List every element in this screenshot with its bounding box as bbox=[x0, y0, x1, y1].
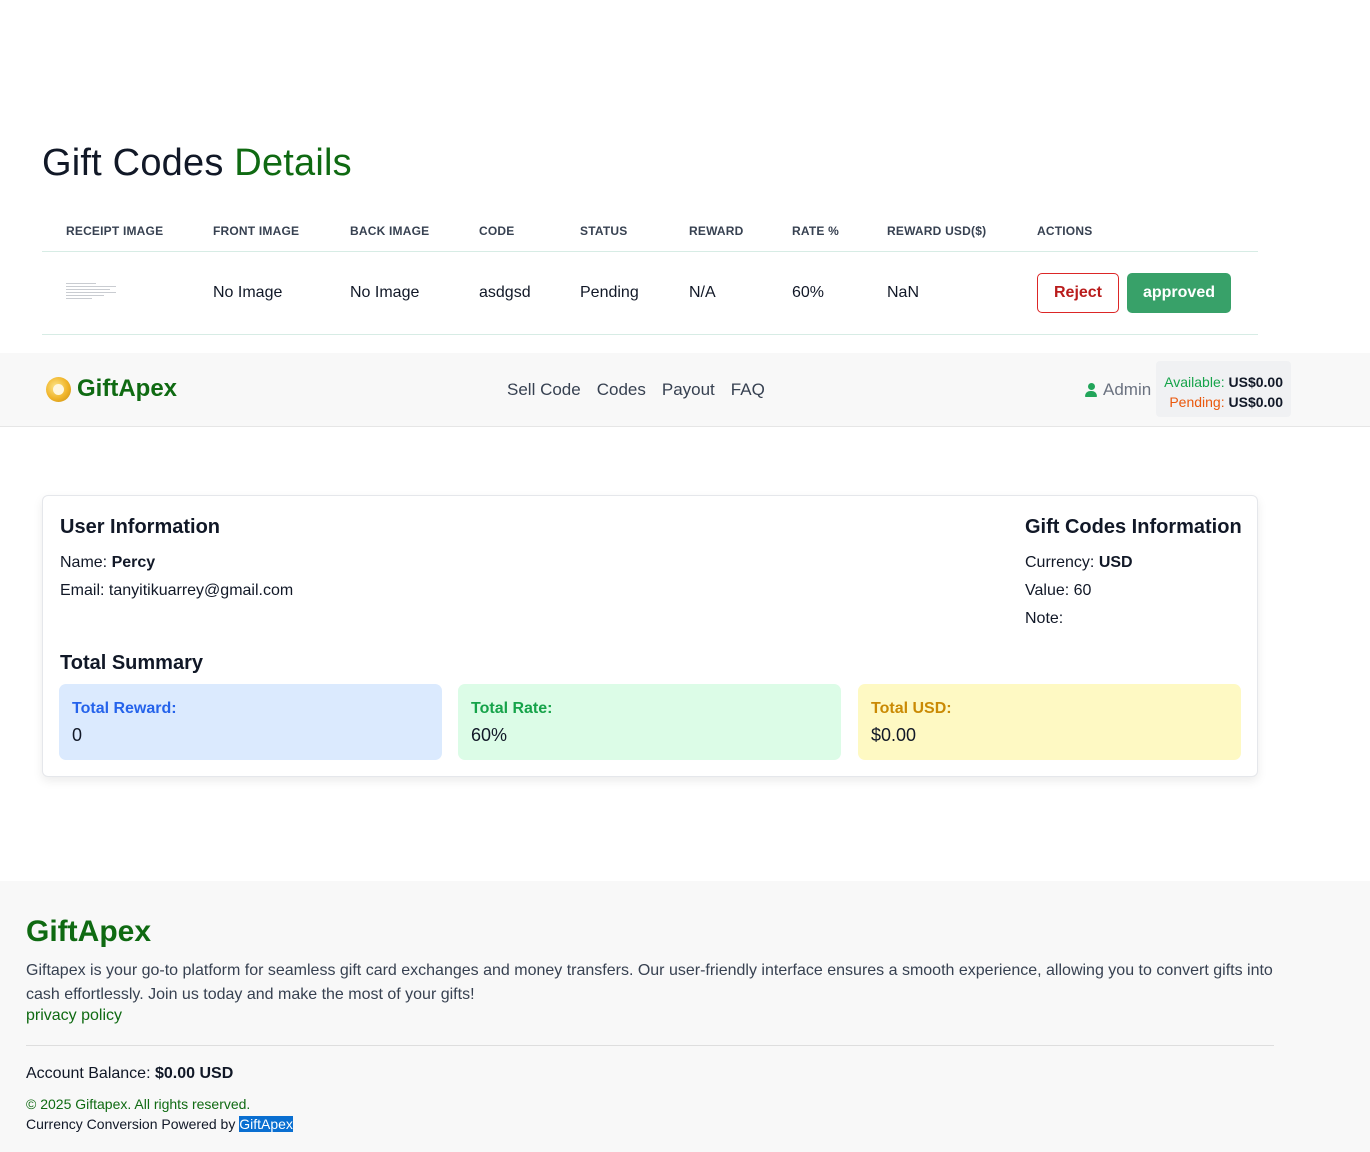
account-balance-value: $0.00 USD bbox=[154, 1065, 234, 1082]
brand-name: GiftApex bbox=[77, 375, 178, 402]
balance-box: Available: US$0.00 Pending: US$0.00 bbox=[1156, 361, 1291, 417]
total-rate-value: 60% bbox=[471, 725, 508, 745]
footer-brand: GiftApex bbox=[26, 915, 152, 948]
currency: Currency: USD bbox=[1025, 554, 1242, 571]
column-header-reward: Reward bbox=[665, 212, 768, 252]
user-information: User Information Name: Percy Email: tany… bbox=[60, 516, 293, 599]
column-header-front-image: Front Image bbox=[189, 212, 326, 252]
nav-link-payout[interactable]: Payout bbox=[662, 380, 715, 400]
nav-link-codes[interactable]: Codes bbox=[597, 380, 646, 400]
user-info-heading: User Information bbox=[60, 516, 221, 538]
available-label: Available: bbox=[1164, 374, 1225, 390]
account-balance: Account Balance: $0.00 USD bbox=[26, 1065, 233, 1083]
total-reward-label: Total Reward: bbox=[72, 700, 177, 717]
brand-link[interactable]: GiftApex bbox=[46, 375, 177, 403]
email-label: Email: bbox=[60, 582, 105, 599]
currency-value: USD bbox=[1098, 554, 1133, 571]
table-row: No Image No Image asdgsd Pending N/A 60%… bbox=[42, 251, 1258, 335]
codes-info-heading: Gift Codes Information bbox=[1025, 516, 1242, 538]
powered-by: Currency Conversion Powered by GiftApex bbox=[26, 1116, 293, 1132]
page-title-accent: Details bbox=[234, 142, 352, 184]
status-cell: Pending bbox=[556, 251, 665, 335]
reward-usd-cell: NaN bbox=[863, 251, 1013, 335]
page-title: Gift Codes Details bbox=[42, 142, 352, 185]
value-value: 60 bbox=[1073, 582, 1092, 599]
note-label: Note: bbox=[1025, 610, 1064, 627]
value: Value: 60 bbox=[1025, 582, 1242, 599]
back-image-cell: No Image bbox=[326, 251, 455, 335]
pending-label: Pending: bbox=[1169, 394, 1225, 410]
name-label: Name: bbox=[60, 554, 108, 571]
gift-codes-table: Receipt Image Front Image Back Image Cod… bbox=[42, 212, 1258, 335]
privacy-policy-link[interactable]: privacy policy bbox=[26, 1007, 122, 1025]
email-value: tanyitikuarrey@gmail.com bbox=[108, 582, 294, 599]
column-header-reward-usd: Reward USD($) bbox=[863, 212, 1013, 252]
available-balance: Available: US$0.00 bbox=[1156, 372, 1283, 392]
footer: GiftApex Giftapex is your go-to platform… bbox=[0, 881, 1370, 1152]
user-icon bbox=[1085, 383, 1097, 397]
gift-codes-information: Gift Codes Information Currency: USD Val… bbox=[1025, 516, 1242, 627]
receipt-thumbnail[interactable] bbox=[66, 282, 118, 303]
total-rate-label: Total Rate: bbox=[471, 700, 553, 717]
user-name: Name: Percy bbox=[60, 554, 293, 571]
currency-label: Currency: bbox=[1025, 554, 1095, 571]
column-header-code: Code bbox=[455, 212, 556, 252]
nav-link-sell-code[interactable]: Sell Code bbox=[507, 380, 581, 400]
code-cell: asdgsd bbox=[455, 251, 556, 335]
total-reward-box: Total Reward: 0 bbox=[59, 684, 442, 760]
total-rate-box: Total Rate: 60% bbox=[458, 684, 841, 760]
footer-description: Giftapex is your go-to platform for seam… bbox=[26, 962, 1273, 1003]
column-header-receipt-image: Receipt Image bbox=[42, 212, 189, 252]
available-value: US$0.00 bbox=[1228, 374, 1283, 390]
column-header-rate: Rate % bbox=[768, 212, 863, 252]
nav-links: Sell Code Codes Payout FAQ bbox=[507, 380, 765, 400]
pending-balance: Pending: US$0.00 bbox=[1156, 392, 1283, 412]
column-header-status: Status bbox=[556, 212, 665, 252]
page-title-main: Gift Codes bbox=[42, 142, 224, 184]
giftapex-logo-icon bbox=[46, 376, 71, 402]
column-header-actions: Actions bbox=[1013, 212, 1258, 252]
name-value: Percy bbox=[111, 554, 156, 571]
admin-label: Admin bbox=[1103, 380, 1152, 399]
receipt-image-cell bbox=[42, 251, 189, 335]
pending-value: US$0.00 bbox=[1228, 394, 1283, 410]
total-usd-box: Total USD: $0.00 bbox=[858, 684, 1241, 760]
column-header-back-image: Back Image bbox=[326, 212, 455, 252]
admin-menu[interactable]: Admin bbox=[1085, 380, 1151, 400]
total-usd-value: $0.00 bbox=[871, 725, 917, 745]
reject-button[interactable]: Reject bbox=[1037, 272, 1119, 313]
rate-cell: 60% bbox=[768, 251, 863, 335]
footer-divider bbox=[26, 1045, 1274, 1046]
table-header-row: Receipt Image Front Image Back Image Cod… bbox=[42, 212, 1258, 252]
account-balance-label: Account Balance: bbox=[26, 1065, 151, 1082]
summary-heading: Total Summary bbox=[60, 652, 203, 674]
info-card: User Information Name: Percy Email: tany… bbox=[42, 495, 1258, 777]
powered-brand: GiftApex bbox=[239, 1116, 293, 1132]
user-email: Email: tanyitikuarrey@gmail.com bbox=[60, 582, 293, 599]
navbar: GiftApex Sell Code Codes Payout FAQ Admi… bbox=[0, 353, 1370, 427]
total-usd-label: Total USD: bbox=[871, 700, 952, 717]
total-reward-value: 0 bbox=[72, 725, 83, 745]
note: Note: bbox=[1025, 610, 1242, 627]
value-label: Value: bbox=[1025, 582, 1070, 599]
nav-link-faq[interactable]: FAQ bbox=[731, 380, 765, 400]
front-image-cell: No Image bbox=[189, 251, 326, 335]
copyright: © 2025 Giftapex. All rights reserved. bbox=[26, 1096, 251, 1112]
reward-cell: N/A bbox=[665, 251, 768, 335]
approve-button[interactable]: approved bbox=[1127, 272, 1231, 313]
powered-prefix: Currency Conversion Powered by bbox=[26, 1116, 236, 1132]
actions-cell: Reject approved bbox=[1013, 251, 1258, 335]
